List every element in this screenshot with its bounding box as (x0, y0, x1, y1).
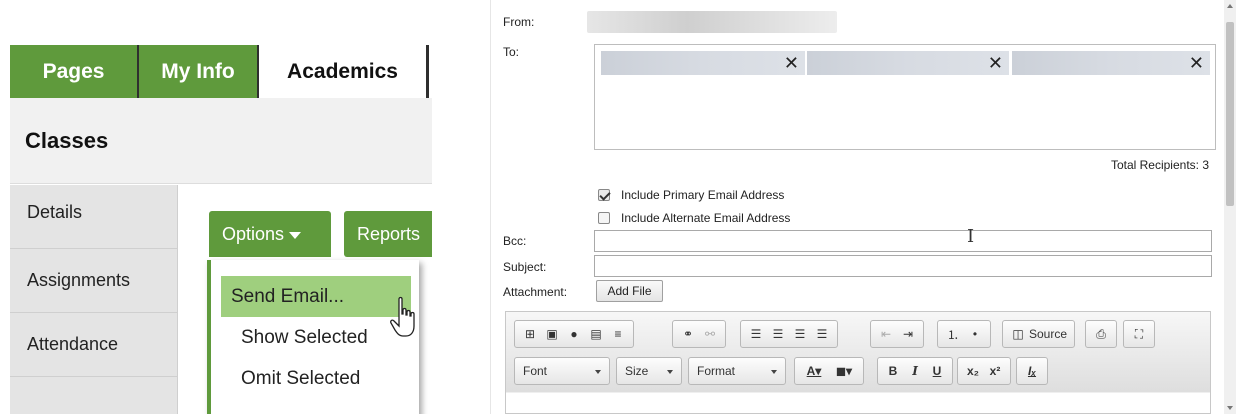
section-header: Classes (10, 98, 432, 184)
print-button[interactable]: ⎙ (1085, 320, 1117, 348)
hand-pointer-icon (390, 296, 415, 337)
toolbar-group-links: ⚭ ⚯ (672, 320, 726, 348)
include-alternate-checkbox[interactable] (598, 212, 610, 224)
reports-button-label: Reports (357, 223, 421, 244)
maximize-icon: ⛶ (1134, 326, 1144, 341)
options-dropdown-menu: Send Email... Show Selected Omit Selecte… (207, 260, 419, 414)
chevron-down-icon (771, 370, 777, 374)
remove-recipient-icon[interactable]: ✕ (988, 53, 1003, 73)
indent-icon[interactable]: ⇥ (898, 324, 918, 344)
image-icon[interactable]: ▣ (542, 324, 562, 344)
unlink-icon[interactable]: ⚯ (700, 324, 720, 344)
horizontal-rule-icon[interactable]: ≡ (608, 324, 628, 344)
underline-icon[interactable]: U (927, 361, 947, 381)
options-button-label: Options (222, 223, 285, 244)
source-button[interactable]: ◫ Source (1002, 320, 1076, 348)
to-recipients-field[interactable]: ✕ ✕ ✕ (594, 44, 1216, 150)
toolbar-group-colors: A▾ ◼▾ (794, 357, 864, 385)
table-icon[interactable]: ⊞ (520, 324, 540, 344)
bcc-label: Bcc: (503, 234, 527, 248)
options-button[interactable]: Options (209, 211, 331, 257)
from-label: From: (503, 15, 535, 29)
vertical-scrollbar[interactable] (1224, 0, 1236, 414)
size-select-label: Size (625, 364, 649, 378)
align-left-icon[interactable]: ☰ (746, 324, 766, 344)
superscript-icon[interactable]: x² (985, 361, 1005, 381)
tab-academics[interactable]: Academics (259, 45, 429, 98)
align-center-icon[interactable]: ☰ (768, 324, 788, 344)
maximize-button[interactable]: ⛶ (1123, 320, 1155, 348)
include-alternate-row: Include Alternate Email Address (598, 211, 790, 225)
toolbar-group-align: ☰ ☰ ☰ ☰ (740, 320, 838, 348)
scroll-up-icon[interactable] (1227, 4, 1233, 8)
font-select-label: Font (523, 364, 548, 378)
align-right-icon[interactable]: ☰ (790, 324, 810, 344)
sidebar-item-assignments[interactable]: Assignments (10, 249, 177, 313)
main-tabs: Pages My Info Academics (10, 45, 432, 98)
outdent-icon[interactable]: ⇤ (876, 324, 896, 344)
include-primary-row: Include Primary Email Address (598, 188, 784, 202)
remove-recipient-icon[interactable]: ✕ (1189, 53, 1204, 73)
source-label: Source (1029, 327, 1068, 341)
scrollbar-thumb[interactable] (1226, 22, 1234, 206)
flash-icon[interactable]: ● (564, 324, 584, 344)
email-compose-form: From: To: ✕ ✕ ✕ Total Recipients: 3 Incl… (490, 0, 1236, 414)
reports-button[interactable]: Reports (344, 211, 432, 257)
remove-format-button[interactable]: Iₓ (1016, 357, 1048, 385)
rich-text-editor[interactable]: ⊞ ▣ ● ▤ ≡ ⚭ ⚯ ☰ ☰ ☰ ☰ ⇤ ⇥ ⒈ • ◫ Source ⎙… (505, 311, 1211, 414)
format-select-label: Format (697, 364, 736, 378)
numbered-list-icon[interactable]: ⒈ (943, 324, 963, 344)
recipient-chip: ✕ (807, 51, 1009, 75)
recipient-chip: ✕ (601, 51, 805, 75)
chevron-down-icon (595, 370, 601, 374)
print-icon: ⎙ (1096, 326, 1106, 341)
include-primary-checkbox[interactable] (598, 189, 610, 201)
bulleted-list-icon[interactable]: • (965, 324, 985, 344)
page-icon[interactable]: ▤ (586, 324, 606, 344)
italic-icon[interactable]: I (905, 361, 925, 381)
toolbar-group-lists: ⒈ • (937, 320, 991, 348)
text-cursor-icon: I (967, 226, 975, 247)
sis-left-panel: Pages My Info Academics Classes Details … (0, 0, 432, 414)
subscript-icon[interactable]: x₂ (963, 361, 983, 381)
subject-input[interactable] (594, 255, 1212, 277)
toolbar-group-styles: B I U (877, 357, 953, 385)
subject-label: Subject: (503, 260, 547, 274)
font-select[interactable]: Font (514, 357, 610, 385)
remove-format-icon: Iₓ (1027, 364, 1037, 378)
attachment-label: Attachment: (503, 285, 568, 299)
format-select[interactable]: Format (688, 357, 786, 385)
text-color-icon[interactable]: A▾ (800, 361, 828, 381)
total-recipients: Total Recipients: 3 (1110, 158, 1209, 172)
toolbar-group-insert: ⊞ ▣ ● ▤ ≡ (514, 320, 634, 348)
sidebar-item-details[interactable]: Details (10, 185, 177, 249)
align-justify-icon[interactable]: ☰ (812, 324, 832, 344)
toolbar-group-indent: ⇤ ⇥ (870, 320, 924, 348)
from-value-redacted (587, 11, 837, 33)
bold-icon[interactable]: B (883, 361, 903, 381)
recipient-chip: ✕ (1012, 51, 1210, 75)
menu-item-send-email[interactable]: Send Email... (221, 276, 411, 317)
sidebar-item-attendance[interactable]: Attendance (10, 313, 177, 377)
add-file-button[interactable]: Add File (596, 280, 663, 302)
size-select[interactable]: Size (616, 357, 682, 385)
page-title: Classes (25, 128, 109, 153)
remove-recipient-icon[interactable]: ✕ (784, 53, 799, 73)
include-alternate-label: Include Alternate Email Address (621, 211, 791, 225)
scroll-down-icon[interactable] (1227, 406, 1233, 410)
include-primary-label: Include Primary Email Address (621, 188, 785, 202)
chevron-down-icon (667, 370, 673, 374)
side-navigation: Details Assignments Attendance (10, 185, 178, 414)
source-icon: ◫ (1012, 327, 1024, 341)
bcc-input[interactable] (594, 230, 1212, 252)
menu-item-omit-selected[interactable]: Omit Selected (221, 358, 419, 399)
toolbar-group-script: x₂ x² (957, 357, 1011, 385)
caret-down-icon (289, 232, 302, 239)
background-color-icon[interactable]: ◼▾ (830, 361, 858, 381)
tab-pages[interactable]: Pages (10, 45, 139, 98)
to-label: To: (503, 45, 520, 59)
tab-my-info[interactable]: My Info (139, 45, 259, 98)
link-icon[interactable]: ⚭ (678, 324, 698, 344)
